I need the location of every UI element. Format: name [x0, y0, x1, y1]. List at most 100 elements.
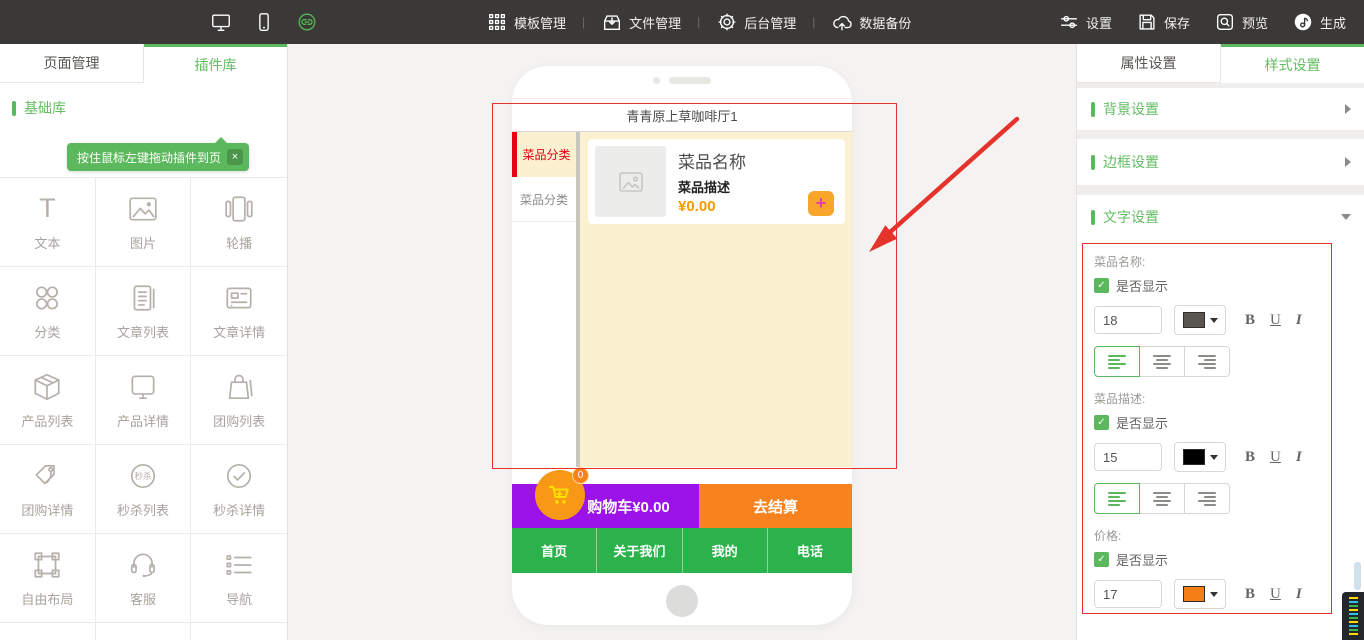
- right-panel-tabs: 属性设置 样式设置: [1077, 44, 1364, 83]
- bold-button[interactable]: B: [1245, 586, 1255, 603]
- plugin-article-detail[interactable]: 文章详情: [191, 267, 287, 356]
- phone-home-button: [666, 585, 698, 617]
- plugin-article-list[interactable]: 文章列表: [96, 267, 192, 356]
- plugin-seckill-list[interactable]: 秒杀 秒杀列表: [96, 445, 192, 534]
- align-right-button[interactable]: [1184, 346, 1230, 377]
- bold-button[interactable]: B: [1245, 449, 1255, 466]
- checkbox-checked-icon[interactable]: ✓: [1094, 415, 1109, 430]
- cart-fab-button[interactable]: 0: [535, 470, 585, 520]
- align-center-button[interactable]: [1139, 346, 1185, 377]
- italic-button[interactable]: I: [1296, 312, 1302, 329]
- align-left-button[interactable]: [1094, 483, 1140, 514]
- plugin-seckill-detail[interactable]: 秒杀详情: [191, 445, 287, 534]
- article-detail-icon: [223, 282, 255, 314]
- checkbox-checked-icon[interactable]: ✓: [1094, 552, 1109, 567]
- camera-dot: [653, 77, 660, 84]
- show-toggle-row: ✓ 是否显示: [1094, 276, 1320, 295]
- tab-plugin-library[interactable]: 插件库: [144, 44, 287, 83]
- nav-item-phone[interactable]: 电话: [767, 528, 852, 573]
- caret-down-icon: [1210, 455, 1218, 460]
- plugin-product-detail[interactable]: 产品详情: [96, 356, 192, 445]
- tooltip-close-icon[interactable]: ×: [227, 149, 243, 165]
- checkout-button[interactable]: 去结算: [699, 484, 852, 528]
- align-left-button[interactable]: [1094, 346, 1140, 377]
- align-left-icon: [1108, 355, 1126, 369]
- save-button[interactable]: 保存: [1136, 11, 1190, 33]
- italic-button[interactable]: I: [1296, 449, 1302, 466]
- section-accent-bar: [12, 101, 16, 116]
- underline-button[interactable]: U: [1270, 586, 1281, 603]
- font-size-input[interactable]: [1094, 306, 1162, 334]
- plugin-map[interactable]: 地图: [0, 623, 96, 640]
- nav-item-mine[interactable]: 我的: [682, 528, 767, 573]
- divider: |: [812, 15, 815, 29]
- canvas-workspace: 青青原上草咖啡厅1 菜品分类 菜品分类 菜品名称 菜品描述: [288, 44, 1076, 640]
- font-color-select[interactable]: [1174, 442, 1226, 472]
- tab-page-manage[interactable]: 页面管理: [0, 44, 144, 83]
- selected-widget-outline[interactable]: [492, 103, 897, 469]
- align-center-button[interactable]: [1139, 483, 1185, 514]
- headset-icon: [127, 549, 159, 581]
- left-panel: 页面管理 插件库 基础库 按住鼠标左键拖动插件到页 × T 文本 图片: [0, 44, 288, 640]
- menu-file-manage[interactable]: 文件管理: [601, 11, 681, 33]
- plugin-carousel[interactable]: 轮播: [191, 178, 287, 267]
- font-size-input[interactable]: [1094, 443, 1162, 471]
- menu-backend-manage[interactable]: 后台管理: [716, 11, 796, 33]
- underline-button[interactable]: U: [1270, 449, 1281, 466]
- topbar-actions: 设置 保存 预览 生成: [1058, 11, 1346, 33]
- plugin-groupbuy-list[interactable]: 团购列表: [191, 356, 287, 445]
- plugin-video[interactable]: 视频: [191, 623, 287, 640]
- menu-template-manage[interactable]: 模板管理: [486, 11, 566, 33]
- font-color-select[interactable]: [1174, 305, 1226, 335]
- plugin-customer-service[interactable]: 客服: [96, 534, 192, 623]
- bold-button[interactable]: B: [1245, 312, 1255, 329]
- shopping-cart-icon: [546, 481, 574, 509]
- nav-item-home[interactable]: 首页: [512, 528, 596, 573]
- font-color-select[interactable]: [1174, 579, 1226, 609]
- topbar-menu: 模板管理 | 文件管理 | 后台管理 | 数据备份: [486, 11, 911, 33]
- section-accent-bar: [1091, 155, 1095, 170]
- plugin-form[interactable]: 表单: [96, 623, 192, 640]
- font-size-input[interactable]: [1094, 580, 1162, 608]
- field-label: 菜品描述:: [1094, 390, 1320, 407]
- drag-hint-tooltip: 按住鼠标左键拖动插件到页 ×: [67, 143, 249, 171]
- setting-group-price: 价格: ✓ 是否显示 B U I: [1094, 527, 1320, 609]
- plugin-image[interactable]: 图片: [96, 178, 192, 267]
- plugin-free-layout[interactable]: 自由布局: [0, 534, 96, 623]
- mobile-preview-icon[interactable]: [253, 11, 275, 33]
- section-accent-bar: [1091, 210, 1095, 225]
- link-icon[interactable]: [296, 11, 318, 33]
- product-detail-icon: [127, 371, 159, 403]
- page-scrollbar-thumb[interactable]: [1342, 592, 1364, 640]
- desktop-preview-icon[interactable]: [210, 11, 232, 33]
- setting-group-dish-description: 菜品描述: ✓ 是否显示 B U I: [1094, 390, 1320, 514]
- plugin-navigation[interactable]: 导航: [191, 534, 287, 623]
- settings-button[interactable]: 设置: [1058, 11, 1112, 33]
- panel-scrollbar-track[interactable]: [1354, 562, 1361, 590]
- generate-button[interactable]: 生成: [1292, 11, 1346, 33]
- phone-speaker: [512, 77, 852, 84]
- plugin-groupbuy-detail[interactable]: 团购详情: [0, 445, 96, 534]
- tab-attribute-settings[interactable]: 属性设置: [1077, 44, 1221, 83]
- background-settings-header[interactable]: 背景设置: [1077, 88, 1364, 130]
- plugin-product-list[interactable]: 产品列表: [0, 356, 96, 445]
- menu-data-backup[interactable]: 数据备份: [831, 11, 911, 33]
- nav-list-icon: [223, 549, 255, 581]
- nav-item-about[interactable]: 关于我们: [596, 528, 681, 573]
- align-right-button[interactable]: [1184, 483, 1230, 514]
- border-settings-header[interactable]: 边框设置: [1077, 139, 1364, 185]
- preview-button[interactable]: 预览: [1214, 11, 1268, 33]
- field-label: 价格:: [1094, 527, 1320, 544]
- section-accent-bar: [1091, 102, 1095, 117]
- plugin-category[interactable]: 分类: [0, 267, 96, 356]
- tab-style-settings[interactable]: 样式设置: [1221, 44, 1364, 83]
- scrollbar-stripes: [1349, 597, 1358, 635]
- align-right-icon: [1198, 492, 1216, 506]
- cloud-upload-icon: [831, 11, 853, 33]
- italic-button[interactable]: I: [1296, 586, 1302, 603]
- text-settings-header[interactable]: 文字设置: [1077, 195, 1364, 239]
- checkbox-checked-icon[interactable]: ✓: [1094, 278, 1109, 293]
- plugin-text[interactable]: T 文本: [0, 178, 96, 267]
- underline-button[interactable]: U: [1270, 312, 1281, 329]
- align-left-icon: [1108, 492, 1126, 506]
